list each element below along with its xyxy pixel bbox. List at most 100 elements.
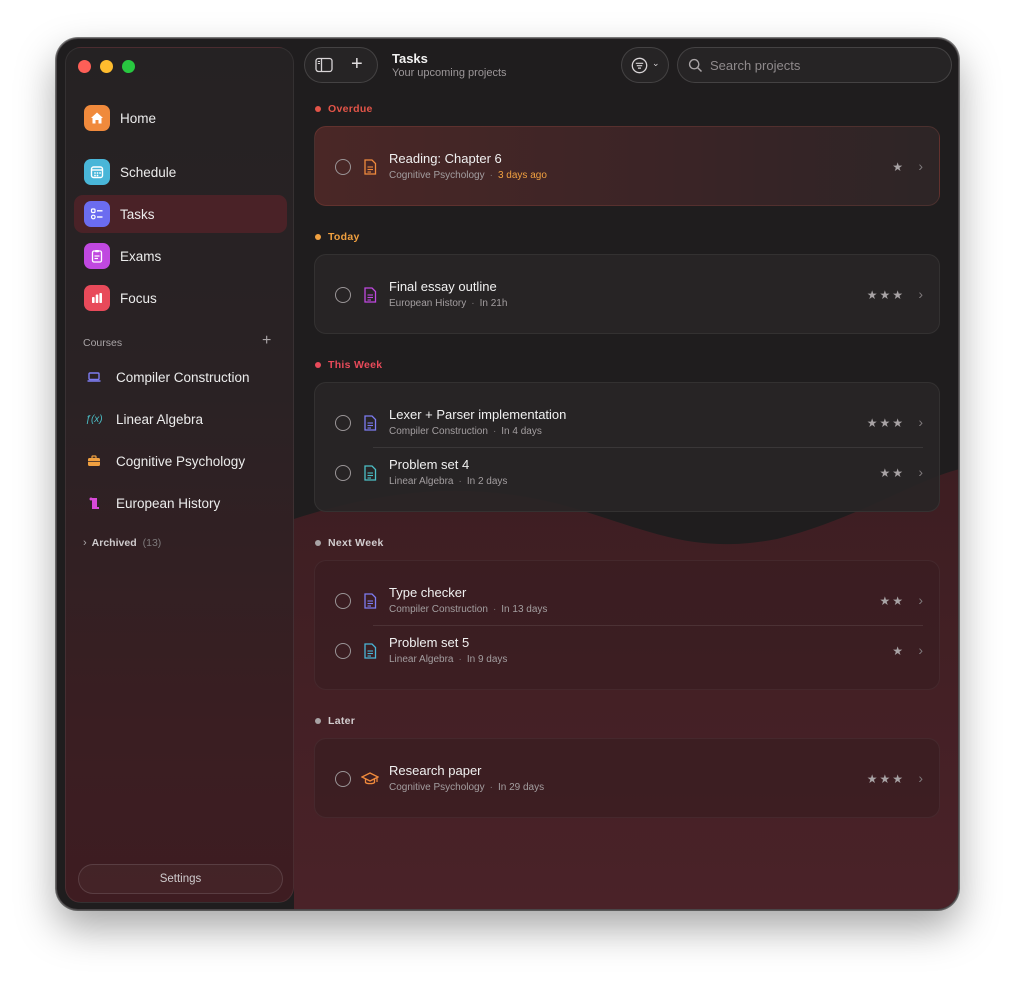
chevron-right-icon: › <box>918 464 923 480</box>
task-meta: Compiler Construction · In 13 days <box>389 604 548 615</box>
task-checkbox[interactable] <box>335 287 351 303</box>
task-title: Type checker <box>389 585 467 600</box>
task-title: Final essay outline <box>389 279 497 294</box>
document-icon <box>364 643 377 659</box>
priority-stars: ★★★ <box>866 416 905 430</box>
course-label: European History <box>116 495 221 511</box>
task-checkbox[interactable] <box>335 643 351 659</box>
task-due: In 13 days <box>501 604 548 615</box>
sidebar-item-schedule[interactable]: Schedule <box>74 153 287 191</box>
chevron-right-icon: › <box>83 537 87 549</box>
priority-stars: ★★★ <box>866 288 905 302</box>
priority-stars: ★★ <box>879 594 905 608</box>
task-card: Reading: Chapter 6 Cognitive Psychology ·… <box>314 126 940 206</box>
archived-label: Archived <box>91 537 137 549</box>
chevron-right-icon: › <box>918 770 923 786</box>
search-input[interactable]: Search projects <box>677 47 952 83</box>
task-meta: Cognitive Psychology · In 29 days <box>389 782 545 793</box>
app-window: Home Schedule Tasks Exams Focus Courses … <box>56 38 959 910</box>
course-label: Compiler Construction <box>116 369 250 385</box>
section-later: Later <box>315 715 355 727</box>
add-course-button[interactable]: + <box>262 332 271 350</box>
task-meta: Linear Algebra · In 2 days <box>389 476 508 487</box>
course-item-linear-algebra[interactable]: ƒ(x) Linear Algebra <box>74 401 287 437</box>
task-checkbox[interactable] <box>335 593 351 609</box>
task-checkbox[interactable] <box>335 159 351 175</box>
section-label: Next Week <box>328 537 384 549</box>
sidebar-item-label: Focus <box>120 290 157 306</box>
task-due: 3 days ago <box>497 170 547 181</box>
task-row[interactable]: Final essay outline European History · In … <box>315 270 941 320</box>
page-subtitle: Your upcoming projects <box>392 67 507 79</box>
chevron-right-icon: › <box>918 414 923 430</box>
archived-count: (13) <box>142 537 162 549</box>
sidebar-item-tasks[interactable]: Tasks <box>74 195 287 233</box>
sidebar: Home Schedule Tasks Exams Focus Courses … <box>65 47 294 903</box>
task-checkbox[interactable] <box>335 771 351 787</box>
sidebar-item-label: Home <box>120 110 157 126</box>
task-row[interactable]: Problem set 4 Linear Algebra · In 2 days ★… <box>315 448 941 498</box>
section-label: Today <box>328 231 360 243</box>
search-placeholder: Search projects <box>710 58 801 73</box>
task-row[interactable]: Problem set 5 Linear Algebra · In 9 days ★… <box>315 626 941 676</box>
task-title: Reading: Chapter 6 <box>389 151 502 166</box>
filter-icon <box>631 57 648 79</box>
task-course: Linear Algebra <box>389 654 454 665</box>
sidebar-item-label: Tasks <box>120 206 155 222</box>
page-title: Tasks <box>392 51 428 66</box>
priority-stars: ★★★ <box>866 772 905 786</box>
task-row[interactable]: Lexer + Parser implementation Compiler C… <box>315 398 941 448</box>
task-course: Cognitive Psychology <box>389 782 485 793</box>
course-item-european-history[interactable]: European History <box>74 485 287 521</box>
task-row[interactable]: Research paper Cognitive Psychology · In 2… <box>315 754 941 804</box>
section-label: Overdue <box>328 103 373 115</box>
sidebar-toggle-icon[interactable] <box>315 57 333 78</box>
task-course: Compiler Construction <box>389 426 488 437</box>
archived-toggle[interactable]: › Archived (13) <box>83 537 161 549</box>
task-row[interactable]: Reading: Chapter 6 Cognitive Psychology ·… <box>315 142 941 192</box>
task-course: Cognitive Psychology <box>389 170 485 181</box>
function-icon: ƒ(x) <box>85 413 103 425</box>
chevron-right-icon: › <box>918 642 923 658</box>
section-this-week: This Week <box>315 359 382 371</box>
add-task-button[interactable]: + <box>351 54 363 74</box>
sidebar-item-focus[interactable]: Focus <box>74 279 287 317</box>
task-checkbox[interactable] <box>335 465 351 481</box>
zoom-window-button[interactable] <box>122 60 135 73</box>
document-icon <box>364 415 377 431</box>
task-course: Linear Algebra <box>389 476 454 487</box>
filter-button[interactable]: ⌄ <box>621 47 669 83</box>
course-label: Linear Algebra <box>116 411 204 427</box>
sidebar-item-exams[interactable]: Exams <box>74 237 287 275</box>
task-title: Lexer + Parser implementation <box>389 407 567 422</box>
document-icon <box>364 159 377 175</box>
priority-stars: ★ <box>892 644 905 658</box>
task-course: European History <box>389 298 467 309</box>
checklist-icon <box>84 201 110 227</box>
section-dot <box>315 106 321 112</box>
close-window-button[interactable] <box>78 60 91 73</box>
course-item-compiler-construction[interactable]: Compiler Construction <box>74 359 287 395</box>
task-meta: Cognitive Psychology · 3 days ago <box>389 170 547 181</box>
settings-button[interactable]: Settings <box>78 864 283 894</box>
minimize-window-button[interactable] <box>100 60 113 73</box>
sidebar-item-label: Schedule <box>120 164 177 180</box>
task-card: Lexer + Parser implementation Compiler C… <box>314 382 940 512</box>
task-card: Research paper Cognitive Psychology · In 2… <box>314 738 940 818</box>
task-course: Compiler Construction <box>389 604 488 615</box>
graduation-cap-icon <box>361 772 379 785</box>
section-dot <box>315 234 321 240</box>
course-label: Cognitive Psychology <box>116 453 246 469</box>
task-due: In 4 days <box>501 426 542 437</box>
chevron-right-icon: › <box>918 592 923 608</box>
house-icon <box>84 105 110 131</box>
bar-chart-icon <box>84 285 110 311</box>
task-row[interactable]: Type checker Compiler Construction · In 13… <box>315 576 941 626</box>
scroll-icon <box>86 495 102 511</box>
chevron-right-icon: › <box>918 286 923 302</box>
sidebar-item-home[interactable]: Home <box>74 99 287 137</box>
task-card: Final essay outline European History · In … <box>314 254 940 334</box>
task-title: Research paper <box>389 763 482 778</box>
course-item-cognitive-psychology[interactable]: Cognitive Psychology <box>74 443 287 479</box>
task-checkbox[interactable] <box>335 415 351 431</box>
